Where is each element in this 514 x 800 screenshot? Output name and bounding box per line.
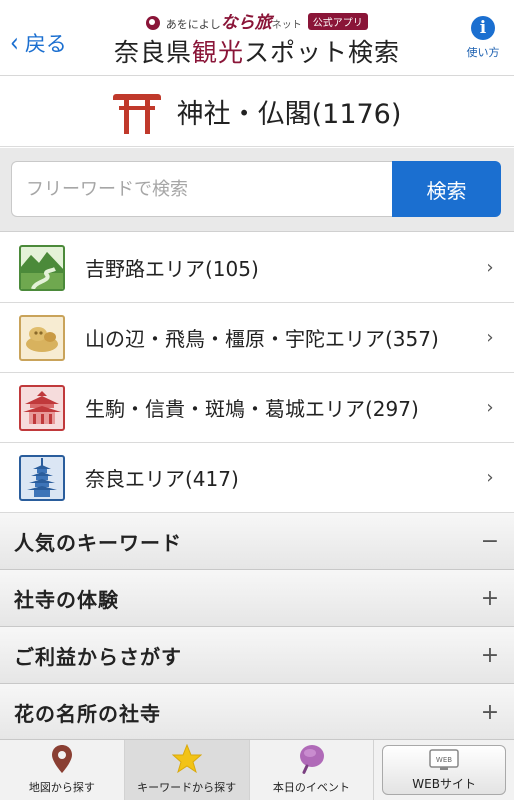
brand-net: ネット (271, 20, 302, 31)
brand-logo: あをによしなら旅ネット 公式アプリ (0, 8, 514, 33)
mountain-river-icon (19, 244, 65, 291)
area-item-nara[interactable]: 奈良エリア(417) › (0, 443, 514, 513)
tab-label: 地図から探す (28, 781, 95, 794)
official-app-badge: 公式アプリ (307, 13, 368, 30)
pagoda-icon (19, 454, 65, 501)
expand-icon: + (480, 585, 500, 611)
area-label: 吉野路エリア(105) (85, 257, 259, 281)
help-label: 使い方 (466, 46, 500, 59)
tab-website[interactable]: WEB WEBサイト (374, 740, 514, 800)
area-label: 生駒・信貴・斑鳩・葛城エリア(297) (85, 397, 419, 421)
collapse-icon: − (480, 528, 500, 554)
expand-icon: + (480, 642, 500, 668)
tab-label: WEBサイト (412, 777, 476, 791)
brand-prefix: あをによし (165, 18, 221, 31)
tab-map-search[interactable]: 地図から探す (0, 740, 125, 800)
accordion-label: ご利益からさがす (14, 644, 182, 669)
accordion-label: 人気のキーワード (14, 530, 182, 555)
stone-figure-icon (19, 314, 65, 361)
area-label: 山の辺・飛鳥・橿原・宇陀エリア(357) (85, 327, 439, 351)
tab-keyword-search[interactable]: キーワードから探す (124, 740, 250, 800)
chevron-right-icon: › (486, 327, 494, 348)
tab-today-events[interactable]: 本日のイベント (250, 740, 375, 800)
page-title: 奈良県観光スポット検索 (113, 38, 401, 67)
star-icon (171, 743, 202, 775)
bottom-tab-bar: 地図から探す キーワードから探す 本日のイベント WEB WEBサイト (0, 739, 514, 800)
chevron-right-icon: › (486, 397, 494, 418)
fan-icon (295, 743, 327, 775)
web-icon: WEB (429, 746, 459, 773)
website-button: WEB WEBサイト (382, 745, 506, 795)
svg-text:WEB: WEB (436, 756, 452, 764)
accordion: 人気のキーワード − 社寺の体験 + ご利益からさがす + 花の名所の社寺 + (0, 513, 514, 741)
area-item-ikoma[interactable]: 生駒・信貴・斑鳩・葛城エリア(297) › (0, 373, 514, 443)
category-heading: 神社・仏閣(1176) (0, 77, 514, 147)
expand-icon: + (480, 699, 500, 725)
area-label: 奈良エリア(417) (85, 467, 239, 491)
temple-hall-icon (19, 384, 65, 431)
accordion-label: 社寺の体験 (14, 587, 119, 612)
search-button[interactable]: 検索 (392, 161, 501, 217)
chevron-right-icon: › (486, 467, 494, 488)
accordion-temple-experience[interactable]: 社寺の体験 + (0, 570, 514, 627)
area-item-asuka[interactable]: 山の辺・飛鳥・橿原・宇陀エリア(357) › (0, 303, 514, 373)
search-input[interactable] (11, 161, 392, 217)
help-button[interactable]: i 使い方 (460, 16, 506, 60)
brand-main: なら旅 (220, 13, 272, 33)
category-title: 神社・仏閣(1176) (176, 99, 402, 130)
map-pin-icon (51, 743, 73, 775)
tab-label: 本日のイベント (272, 781, 350, 794)
brand-mark-icon (146, 16, 161, 30)
chevron-right-icon: › (486, 257, 494, 278)
tab-label: キーワードから探す (137, 781, 237, 794)
accordion-label: 花の名所の社寺 (14, 701, 161, 726)
accordion-blessings[interactable]: ご利益からさがす + (0, 627, 514, 684)
torii-icon (112, 90, 161, 134)
area-list: 吉野路エリア(105) › 山の辺・飛鳥・橿原・宇陀エリア(357) › 生駒・… (0, 233, 514, 513)
search-bar: 検索 (0, 148, 514, 232)
info-icon: i (471, 16, 495, 40)
area-item-yoshino[interactable]: 吉野路エリア(105) › (0, 233, 514, 303)
app-header: ‹ 戻る あをによしなら旅ネット 公式アプリ 奈良県観光スポット検索 i 使い方 (0, 0, 514, 76)
accordion-flower-spots[interactable]: 花の名所の社寺 + (0, 684, 514, 741)
accordion-popular-keywords[interactable]: 人気のキーワード − (0, 513, 514, 570)
